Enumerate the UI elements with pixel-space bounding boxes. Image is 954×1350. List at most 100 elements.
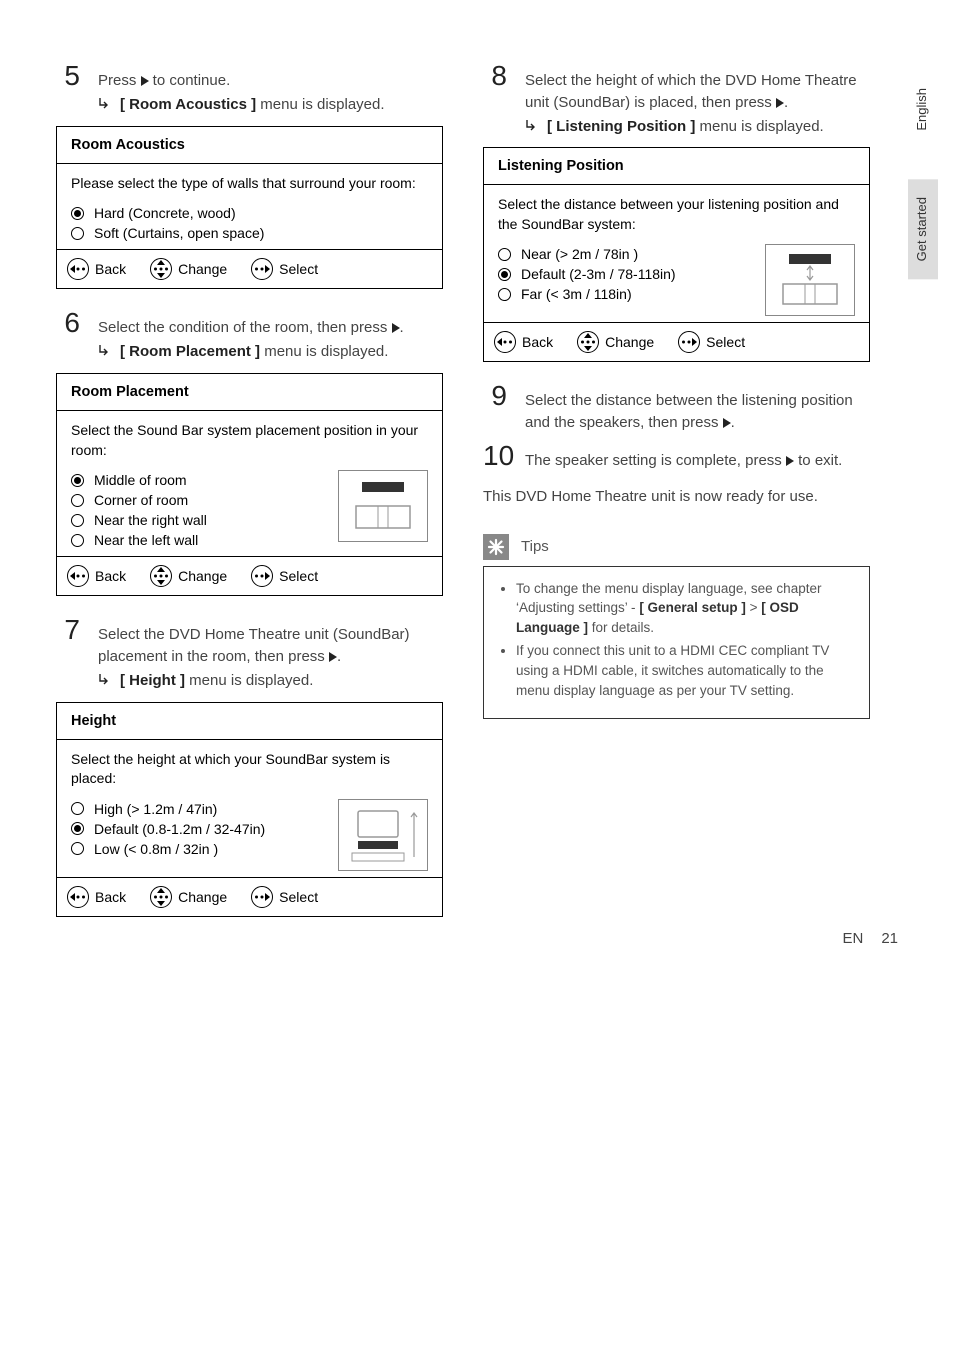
dpad-left-icon — [67, 258, 89, 280]
footer-change[interactable]: Change — [577, 331, 654, 353]
footer-back[interactable]: Back — [67, 258, 126, 280]
closing-paragraph: This DVD Home Theatre unit is now ready … — [483, 486, 870, 508]
osd-footer: Back Change Select — [484, 322, 869, 361]
option-right-wall[interactable]: Near the right wall — [71, 510, 328, 530]
radio-icon — [71, 802, 84, 815]
step-text: Select the DVD Home Theatre unit (SoundB… — [98, 624, 443, 668]
radio-icon — [71, 207, 84, 220]
play-icon — [776, 98, 784, 108]
dpad-right-icon — [251, 886, 273, 908]
dpad-right-icon — [251, 258, 273, 280]
radio-icon — [71, 474, 84, 487]
dpad-updown-icon — [150, 258, 172, 280]
radio-icon — [71, 842, 84, 855]
option-low[interactable]: Low (< 0.8m / 32in ) — [71, 839, 328, 859]
step-number: 10 — [483, 440, 507, 472]
footer-select[interactable]: Select — [251, 258, 318, 280]
osd-title: Room Placement — [57, 374, 442, 411]
step-6: 6 Select the condition of the room, then… — [56, 307, 443, 339]
tips-title: Tips — [521, 538, 549, 555]
step-7: 7 Select the DVD Home Theatre unit (Soun… — [56, 614, 443, 668]
osd-listening-position: Listening Position Select the distance b… — [483, 147, 870, 362]
result-arrow-icon — [98, 94, 112, 116]
room-placement-illustration — [338, 470, 428, 542]
dpad-updown-icon — [150, 565, 172, 587]
option-left-wall[interactable]: Near the left wall — [71, 530, 328, 550]
osd-prompt: Please select the type of walls that sur… — [71, 174, 428, 194]
play-icon — [786, 456, 794, 466]
height-illustration — [338, 799, 428, 871]
option-middle[interactable]: Middle of room — [71, 470, 328, 490]
osd-footer: Back Change Select — [57, 249, 442, 288]
osd-prompt: Select the distance between your listeni… — [498, 195, 855, 234]
footer-select[interactable]: Select — [678, 331, 745, 353]
option-default[interactable]: Default (2-3m / 78-118in) — [498, 264, 755, 284]
option-high[interactable]: High (> 1.2m / 47in) — [71, 799, 328, 819]
step-number: 5 — [56, 60, 80, 92]
step-10: 10 The speaker setting is complete, pres… — [483, 440, 870, 472]
right-column: 8 Select the height of which the DVD Hom… — [483, 60, 898, 935]
dpad-updown-icon — [150, 886, 172, 908]
step-5: 5 Press to continue. — [56, 60, 443, 92]
step-5-result: [ Room Acoustics ] menu is displayed. — [98, 94, 443, 116]
osd-room-acoustics: Room Acoustics Please select the type of… — [56, 126, 443, 290]
footer-back[interactable]: Back — [494, 331, 553, 353]
footer-back[interactable]: Back — [67, 565, 126, 587]
dpad-left-icon — [494, 331, 516, 353]
left-column: 5 Press to continue. [ Room Acoustics ] … — [56, 60, 443, 935]
option-near[interactable]: Near (> 2m / 78in ) — [498, 244, 755, 264]
osd-title: Listening Position — [484, 148, 869, 185]
play-icon — [392, 323, 400, 333]
play-icon — [141, 76, 149, 86]
footer-page-number: 21 — [881, 930, 898, 947]
step-6-result: [ Room Placement ] menu is displayed. — [98, 341, 443, 363]
option-corner[interactable]: Corner of room — [71, 490, 328, 510]
radio-icon — [71, 514, 84, 527]
option-far[interactable]: Far (< 3m / 118in) — [498, 284, 755, 304]
step-text: Press to continue. — [98, 70, 443, 92]
footer-select[interactable]: Select — [251, 886, 318, 908]
step-9: 9 Select the distance between the listen… — [483, 380, 870, 434]
radio-icon — [71, 494, 84, 507]
page: English Get started 5 Press to continue.… — [0, 0, 954, 975]
osd-footer: Back Change Select — [57, 877, 442, 916]
step-number: 9 — [483, 380, 507, 412]
dpad-updown-icon — [577, 331, 599, 353]
footer-select[interactable]: Select — [251, 565, 318, 587]
radio-icon — [498, 288, 511, 301]
step-8: 8 Select the height of which the DVD Hom… — [483, 60, 870, 114]
radio-icon — [71, 534, 84, 547]
radio-icon — [71, 822, 84, 835]
footer-back[interactable]: Back — [67, 886, 126, 908]
footer-change[interactable]: Change — [150, 565, 227, 587]
tab-section: Get started — [908, 179, 938, 279]
dpad-left-icon — [67, 565, 89, 587]
step-number: 8 — [483, 60, 507, 92]
step-text: Select the condition of the room, then p… — [98, 317, 443, 339]
play-icon — [329, 652, 337, 662]
radio-icon — [71, 227, 84, 240]
tips-box: To change the menu display language, see… — [483, 566, 870, 719]
dpad-left-icon — [67, 886, 89, 908]
option-default[interactable]: Default (0.8-1.2m / 32-47in) — [71, 819, 328, 839]
footer-change[interactable]: Change — [150, 258, 227, 280]
option-hard[interactable]: Hard (Concrete, wood) — [71, 203, 428, 223]
page-footer: EN 21 — [842, 930, 898, 947]
play-icon — [723, 418, 731, 428]
osd-title: Height — [57, 703, 442, 740]
result-arrow-icon — [98, 341, 112, 363]
radio-icon — [498, 248, 511, 261]
step-number: 6 — [56, 307, 80, 339]
asterisk-icon — [483, 534, 509, 560]
footer-lang: EN — [842, 930, 863, 947]
osd-prompt: Select the height at which your SoundBar… — [71, 750, 428, 789]
osd-room-placement: Room Placement Select the Sound Bar syst… — [56, 373, 443, 596]
dpad-right-icon — [251, 565, 273, 587]
step-text: The speaker setting is complete, press t… — [525, 450, 870, 472]
footer-change[interactable]: Change — [150, 886, 227, 908]
tips-section: Tips To change the menu display language… — [483, 534, 870, 719]
tab-language: English — [908, 70, 938, 149]
side-tabs: English Get started — [908, 70, 938, 279]
option-soft[interactable]: Soft (Curtains, open space) — [71, 223, 428, 243]
tip-item-1: To change the menu display language, see… — [516, 579, 853, 638]
